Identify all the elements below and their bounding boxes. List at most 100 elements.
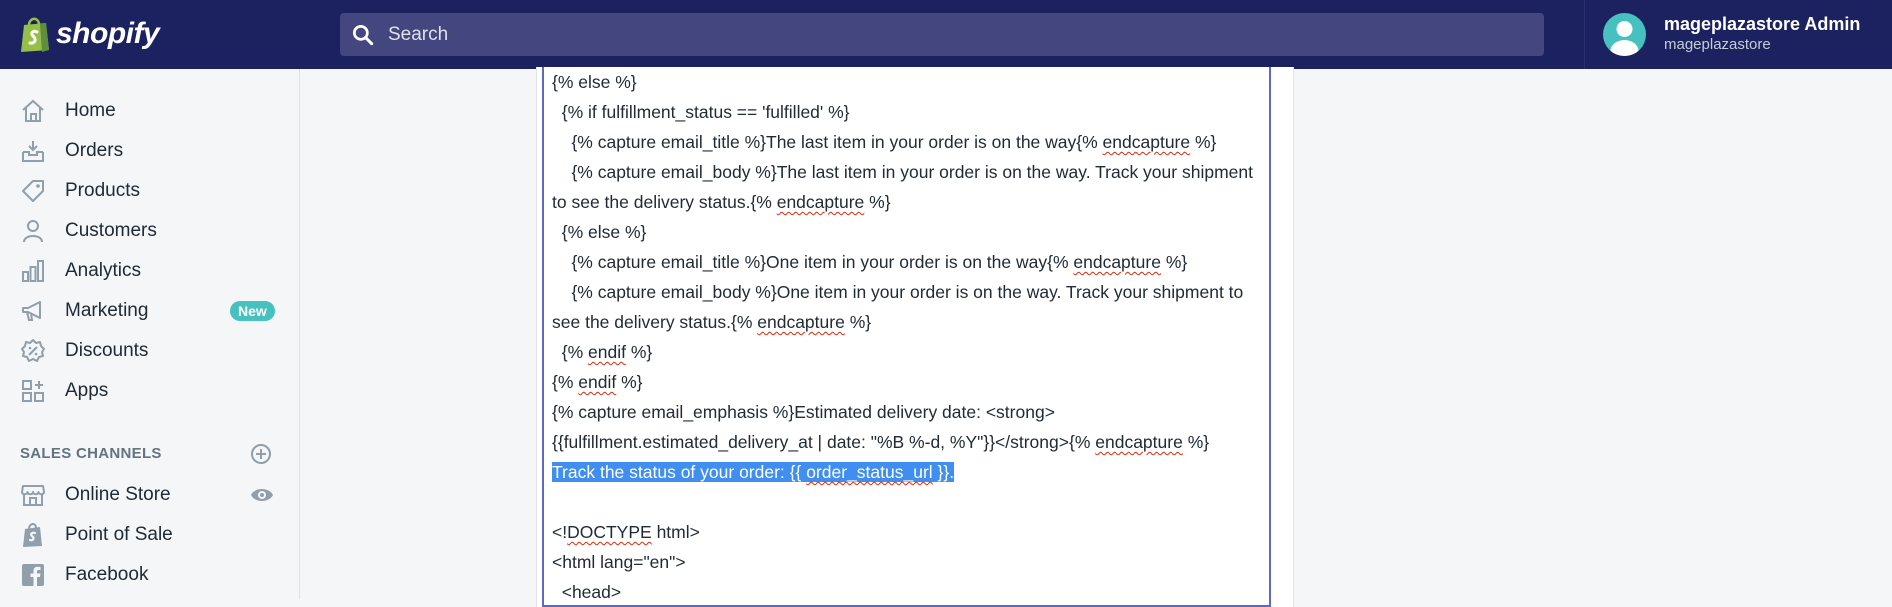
code-text[interactable]: {% endif %}	[552, 372, 643, 392]
sidebar-item-apps[interactable]: Apps	[0, 371, 299, 411]
search-bar[interactable]: Search	[340, 13, 1544, 56]
code-text[interactable]: {% if fulfillment_status == 'fulfilled' …	[552, 102, 850, 122]
code-token: {% capture email_title %}One item in you…	[552, 252, 1074, 272]
sidebar-item-facebook[interactable]: Facebook	[0, 555, 299, 595]
code-line[interactable]: to see the delivery status.{% endcapture…	[552, 190, 891, 214]
code-token: %}	[1182, 432, 1210, 452]
code-line[interactable]: {% endif %}	[552, 370, 643, 394]
code-line[interactable]: {% else %}	[552, 70, 637, 94]
sidebar-item-label: Online Store	[65, 484, 171, 505]
code-token: {% else %}	[552, 222, 647, 242]
sidebar-item-products[interactable]: Products	[0, 171, 299, 211]
code-token: %}	[625, 342, 653, 362]
code-token: {{fulfillment.estimated_delivery_at | da…	[552, 432, 1096, 452]
code-text[interactable]: to see the delivery status.{% endcapture…	[552, 192, 891, 212]
code-text[interactable]: <head>	[552, 582, 621, 602]
code-text[interactable]: {% endif %}	[552, 342, 653, 362]
code-token: see the delivery status.{%	[552, 312, 758, 332]
sidebar-item-label: Marketing	[65, 300, 149, 321]
store-icon	[21, 485, 45, 506]
sidebar-item-online-store[interactable]: Online Store	[0, 475, 299, 515]
sidebar-item-label: Point of Sale	[65, 524, 173, 545]
code-text[interactable]: {{fulfillment.estimated_delivery_at | da…	[552, 432, 1209, 452]
code-text[interactable]: {% capture email_body %}One item in your…	[552, 282, 1243, 302]
code-line[interactable]: {% if fulfillment_status == 'fulfilled' …	[552, 100, 850, 124]
code-line[interactable]: {% capture email_title %}One item in you…	[552, 250, 1187, 274]
tag-icon	[22, 180, 44, 202]
code-line[interactable]: <html lang="en">	[552, 550, 686, 574]
sidebar-item-label: Orders	[65, 140, 124, 161]
code-token: {% capture email_emphasis %}Estimated de…	[552, 402, 1055, 422]
code-line[interactable]: see the delivery status.{% endcapture %}	[552, 310, 871, 334]
shopify-logo[interactable]: shopify	[18, 14, 160, 54]
code-line[interactable]: Track the status of your order: {{ order…	[552, 460, 955, 484]
avatar[interactable]	[1603, 13, 1646, 56]
code-text[interactable]: {% capture email_body %}The last item in…	[552, 162, 1253, 182]
account-name[interactable]: mageplazastore Admin	[1664, 14, 1860, 35]
code-line[interactable]: {{fulfillment.estimated_delivery_at | da…	[552, 430, 1209, 454]
misspelled-word: endif	[588, 342, 626, 362]
sidebar-item-label: Apps	[65, 380, 109, 401]
code-line[interactable]: {% capture email_body %}The last item in…	[552, 160, 1253, 184]
add-circle-icon[interactable]	[250, 443, 272, 465]
code-token: %}	[1190, 132, 1217, 152]
sidebar-item-label: Home	[65, 100, 116, 121]
misspelled-word: endcapture	[1095, 432, 1183, 452]
code-text[interactable]: see the delivery status.{% endcapture %}	[552, 312, 871, 332]
sidebar-item-customers[interactable]: Customers	[0, 211, 299, 251]
code-token: {% if fulfillment_status == 'fulfilled' …	[552, 102, 850, 122]
code-text[interactable]: <!DOCTYPE html>	[552, 522, 700, 542]
code-token: %}	[1160, 252, 1188, 272]
code-text[interactable]: {% else %}	[552, 72, 637, 92]
sidebar-item-marketing[interactable]: Marketing New	[0, 291, 299, 331]
selected-text[interactable]: Track the status of your order: {{ order…	[552, 462, 955, 482]
sidebar-item-orders[interactable]: Orders	[0, 131, 299, 171]
code-token: {%	[552, 342, 588, 362]
account-store[interactable]: mageplazastore	[1664, 36, 1771, 53]
code-line[interactable]: <head>	[552, 580, 621, 604]
sidebar-item-analytics[interactable]: Analytics	[0, 251, 299, 291]
misspelled-word: order_status_url	[806, 462, 933, 482]
misspelled-word: endif	[578, 372, 617, 392]
code-text[interactable]: <html lang="en">	[552, 552, 686, 572]
code-line[interactable]: {% capture email_title %}The last item i…	[552, 130, 1216, 154]
code-line[interactable]: {% endif %}	[552, 340, 653, 364]
search-placeholder[interactable]: Search	[388, 24, 448, 46]
code-text[interactable]: {% else %}	[552, 222, 647, 242]
sales-channels-header: SALES CHANNELS	[20, 445, 162, 462]
brand-name: shopify	[56, 17, 160, 50]
code-line[interactable]: <!DOCTYPE html>	[552, 520, 700, 544]
code-text[interactable]: {% capture email_title %}One item in you…	[552, 252, 1187, 272]
code-text[interactable]: {% capture email_emphasis %}Estimated de…	[552, 402, 1055, 422]
search-icon	[352, 24, 374, 45]
code-token: {%	[552, 372, 579, 392]
eye-icon[interactable]	[250, 486, 274, 504]
discount-icon	[21, 339, 45, 362]
new-badge: New	[230, 301, 275, 321]
code-line[interactable]: {% capture email_emphasis %}Estimated de…	[552, 400, 1055, 424]
bar-chart-icon	[22, 260, 44, 282]
sidebar-item-home[interactable]: Home	[0, 91, 299, 131]
code-line[interactable]: {% capture email_body %}One item in your…	[552, 280, 1243, 304]
code-token: {% capture email_body %}The last item in…	[552, 162, 1253, 182]
code-token: <!	[552, 522, 568, 542]
misspelled-word: DOCTYPE	[567, 522, 652, 542]
code-token: <html lang="en">	[552, 552, 686, 572]
code-line[interactable]: {% else %}	[552, 220, 647, 244]
top-bar: shopify Search mageplazastore Admin mage…	[0, 0, 1892, 69]
orders-icon	[22, 141, 44, 162]
code-token: %}	[844, 312, 872, 332]
user-avatar-icon	[1610, 21, 1639, 56]
sidebar-item-label: Customers	[65, 220, 157, 241]
code-token: %}	[616, 372, 643, 392]
sidebar-item-discounts[interactable]: Discounts	[0, 331, 299, 371]
code-token: {% else %}	[552, 72, 637, 92]
misspelled-word: endcapture	[1102, 132, 1191, 152]
sidebar: Home Orders Products Customers Analytics	[0, 69, 300, 599]
sidebar-item-point-of-sale[interactable]: Point of Sale	[0, 515, 299, 555]
facebook-icon	[22, 564, 44, 586]
shopify-bag-icon	[21, 17, 49, 52]
code-text[interactable]: {% capture email_title %}The last item i…	[552, 132, 1216, 152]
pos-bag-icon	[23, 523, 42, 547]
misspelled-word: endcapture	[757, 312, 845, 332]
